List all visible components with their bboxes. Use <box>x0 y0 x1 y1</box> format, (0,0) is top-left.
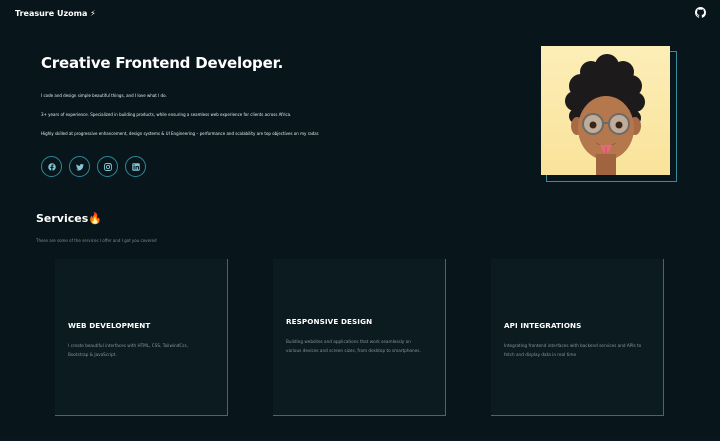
facebook-link[interactable] <box>41 156 62 177</box>
service-card-desc: Building websites and applications that … <box>286 339 421 353</box>
linkedin-icon <box>131 162 140 171</box>
service-card-desc: Integrating frontend interfaces with bac… <box>504 343 642 357</box>
hero-paragraph-2: 3+ years of experience. Specialized in b… <box>41 112 292 117</box>
github-icon[interactable] <box>695 7 706 18</box>
services-title: Services🔥 <box>36 212 102 225</box>
hero-paragraph-1: I code and design simple beautiful thing… <box>41 93 167 98</box>
service-card-title: WEB DEVELOPMENT <box>68 321 151 330</box>
facebook-icon <box>47 162 56 171</box>
social-links <box>41 156 146 177</box>
twitter-icon <box>75 163 84 170</box>
brand-logo[interactable]: Treasure Uzoma ⚡ <box>15 9 96 18</box>
service-card-api-integrations[interactable]: API INTEGRATIONS Integrating frontend in… <box>491 259 664 416</box>
memoji-avatar-image <box>565 54 645 175</box>
service-card-web-development[interactable]: WEB DEVELOPMENT I create beautiful inter… <box>55 259 228 416</box>
hero-title: Creative Frontend Developer. <box>41 54 284 72</box>
service-card-responsive-design[interactable]: RESPONSIVE DESIGN Building websites and … <box>273 259 446 416</box>
linkedin-link[interactable] <box>125 156 146 177</box>
twitter-link[interactable] <box>69 156 90 177</box>
service-card-desc: I create beautiful interfaces with HTML,… <box>68 343 188 357</box>
services-subtitle: These are some of the services I offer a… <box>36 238 157 243</box>
hero-paragraph-3: Highly skilled at progressive enhancemen… <box>41 131 320 136</box>
instagram-icon <box>103 162 112 171</box>
service-card-title: RESPONSIVE DESIGN <box>286 317 373 326</box>
section-divider <box>0 437 720 441</box>
service-card-title: API INTEGRATIONS <box>504 321 582 330</box>
avatar <box>541 46 670 175</box>
instagram-link[interactable] <box>97 156 118 177</box>
